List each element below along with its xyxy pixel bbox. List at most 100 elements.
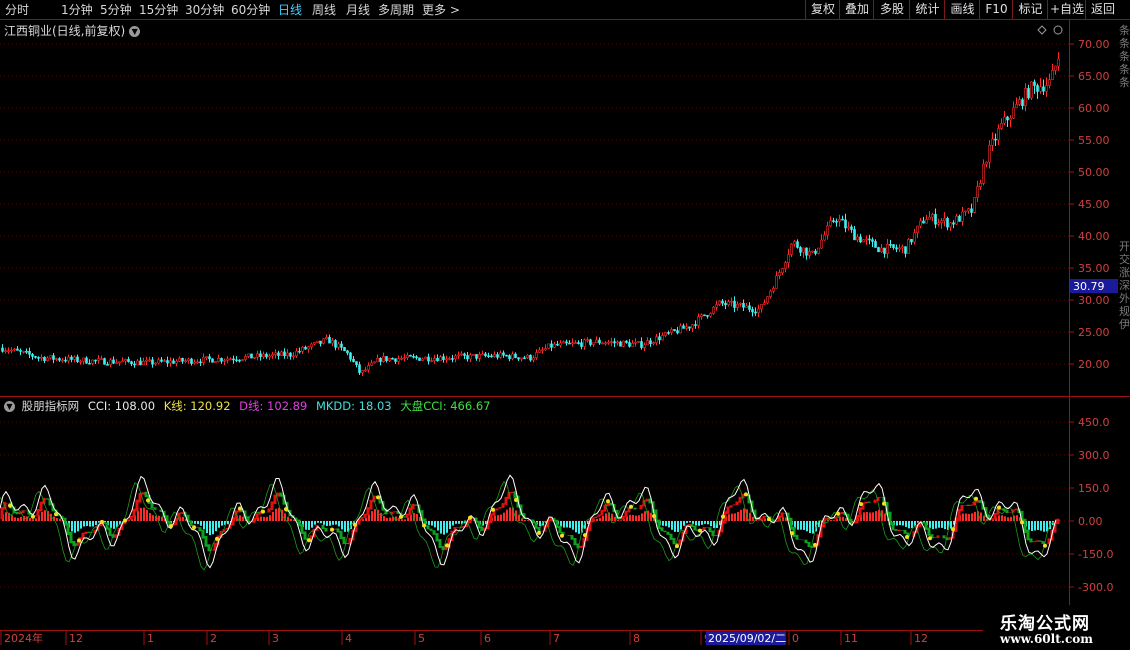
signal-dot bbox=[1043, 543, 1047, 548]
histogram-bar bbox=[344, 521, 346, 532]
histogram-bar bbox=[1001, 515, 1003, 521]
histogram-bar bbox=[704, 521, 706, 524]
histogram-bar bbox=[992, 519, 994, 521]
histogram-bar bbox=[59, 518, 61, 521]
histogram-bar bbox=[950, 521, 952, 529]
histogram-bar bbox=[275, 508, 277, 521]
candle-body bbox=[673, 329, 676, 331]
histogram-bar bbox=[644, 511, 646, 521]
candle-body bbox=[250, 353, 253, 359]
histogram-bar bbox=[944, 521, 946, 530]
candle-body bbox=[634, 341, 637, 344]
histogram-bar bbox=[221, 521, 223, 526]
candle-body bbox=[325, 337, 328, 340]
price-tick-label: 35.00 bbox=[1078, 262, 1110, 275]
histogram-bar bbox=[596, 518, 598, 521]
candle-body bbox=[595, 339, 598, 343]
candle-body bbox=[31, 354, 34, 357]
candle-body bbox=[781, 268, 784, 273]
candle-body bbox=[910, 239, 913, 243]
date-axis: 2024年1212345678901112 bbox=[0, 631, 928, 645]
histogram-bar bbox=[263, 516, 265, 521]
signal-dot bbox=[77, 538, 81, 543]
candle-body bbox=[160, 359, 163, 362]
candle-body bbox=[1027, 88, 1030, 99]
diamond-icon bbox=[1037, 25, 1047, 35]
candle-body bbox=[463, 353, 466, 356]
candle-body bbox=[916, 225, 919, 233]
candle-body bbox=[292, 355, 295, 358]
candle-body bbox=[82, 357, 85, 362]
indicator-tick-label: 0.00 bbox=[1078, 515, 1103, 528]
histogram-bar bbox=[317, 521, 319, 523]
signal-dot bbox=[146, 498, 150, 503]
price-tick-label: 30.00 bbox=[1078, 294, 1110, 307]
candle-body bbox=[760, 304, 763, 310]
signal-dot bbox=[514, 497, 518, 502]
signal-dot bbox=[882, 501, 886, 506]
histogram-bar bbox=[797, 521, 799, 530]
candle-body bbox=[733, 300, 736, 308]
candle-body bbox=[508, 355, 511, 360]
signal-dot bbox=[928, 536, 932, 541]
indicator-tick-label: 300.0 bbox=[1078, 449, 1110, 462]
candle-body bbox=[583, 339, 586, 347]
histogram-bar bbox=[728, 514, 730, 521]
candle-body bbox=[628, 342, 631, 347]
histogram-bar bbox=[56, 518, 58, 521]
histogram-bar bbox=[386, 517, 388, 521]
candle-body bbox=[862, 239, 865, 243]
histogram-bar bbox=[35, 518, 37, 521]
candle-body bbox=[949, 222, 952, 228]
candle-body bbox=[403, 357, 406, 359]
histogram-bar bbox=[338, 521, 340, 527]
chevron-down-icon[interactable]: ▼ bbox=[4, 401, 15, 412]
candle-body bbox=[649, 340, 652, 344]
histogram-bar bbox=[74, 521, 76, 533]
histogram-bar bbox=[830, 520, 832, 521]
kline-chart[interactable]: 70.0065.0060.0055.0050.0045.0040.0035.00… bbox=[0, 0, 1130, 650]
candle-body bbox=[490, 355, 493, 358]
signal-dot bbox=[537, 530, 541, 535]
signal-dot bbox=[767, 517, 771, 522]
candle-body bbox=[1024, 88, 1027, 106]
candle-body bbox=[724, 302, 727, 306]
histogram-bar bbox=[443, 521, 445, 535]
histogram-bar bbox=[140, 507, 142, 521]
candle-body bbox=[766, 296, 769, 304]
candle-body bbox=[175, 361, 178, 364]
histogram-bar bbox=[215, 521, 217, 532]
candle-body bbox=[130, 361, 133, 365]
histogram-bar bbox=[731, 513, 733, 521]
candle-body bbox=[718, 300, 721, 305]
date-label: 2 bbox=[210, 632, 217, 645]
histogram-bar bbox=[800, 521, 802, 530]
histogram-bar bbox=[89, 521, 91, 527]
histogram-bar bbox=[938, 521, 940, 528]
histogram-bar bbox=[962, 513, 964, 521]
candle-body bbox=[631, 343, 634, 347]
candle-body bbox=[901, 246, 904, 249]
histogram-bar bbox=[77, 521, 79, 532]
histogram-bar bbox=[401, 519, 403, 521]
candle-body bbox=[541, 349, 544, 352]
histogram-bar bbox=[695, 521, 697, 526]
histogram-bar bbox=[389, 517, 391, 521]
candle-body bbox=[331, 340, 334, 344]
candle-body bbox=[262, 353, 265, 358]
candle-body bbox=[985, 161, 988, 165]
candle-body bbox=[847, 226, 850, 229]
candle-body bbox=[535, 352, 538, 359]
candle-body bbox=[550, 343, 553, 348]
histogram-bar bbox=[92, 521, 94, 527]
candle-body bbox=[295, 350, 298, 357]
signal-dot bbox=[468, 515, 472, 520]
candle-body bbox=[244, 356, 247, 360]
candle-body bbox=[808, 251, 811, 256]
candle-body bbox=[970, 208, 973, 213]
histogram-bar bbox=[899, 521, 901, 526]
histogram-bar bbox=[410, 514, 412, 521]
candle-body bbox=[112, 359, 115, 364]
histogram-bar bbox=[1046, 521, 1048, 532]
histogram-bar bbox=[326, 521, 328, 526]
